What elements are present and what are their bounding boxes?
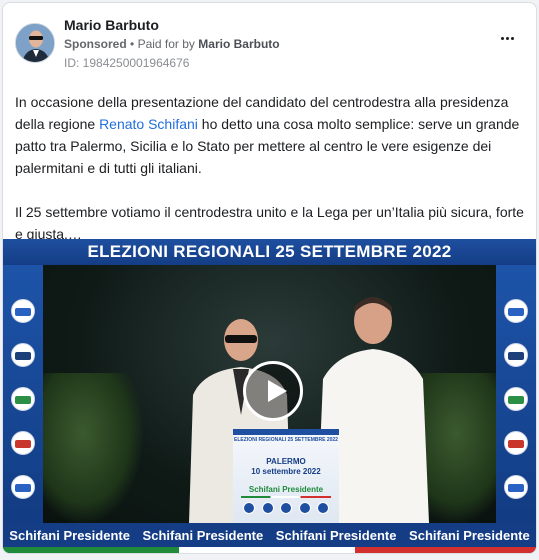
slogan-text: Schifani Presidente [275,527,397,543]
party-logo-icon [504,431,528,455]
party-logo-icon [11,343,35,367]
sponsored-label: Sponsored [64,37,127,51]
podium-date: 10 settembre 2022 [251,467,321,476]
podium-party-logos [243,502,329,516]
podium-slogan: Schifani Presidente [248,485,324,494]
post-header: Mario Barbuto Sponsored • Paid for by Ma… [3,3,536,83]
party-logos-left [3,265,43,523]
party-logo-icon [11,431,35,455]
podium-city: PALERMO [266,457,306,466]
sponsored-meta: Sponsored • Paid for by Mario Barbuto [64,37,280,51]
post-paragraph-1: In occasione della presentazione del can… [15,91,525,179]
tricolor-stripe [241,496,331,498]
party-logo-icon [504,475,528,499]
party-logo-icon [11,299,35,323]
party-logo-icon [298,502,311,514]
party-logos-right [496,265,536,523]
banner-title: ELEZIONI REGIONALI 25 SETTEMBRE 2022 [3,239,536,265]
podium-title: ELEZIONI REGIONALI 25 SETTEMBRE 2022 [234,437,338,443]
video-media[interactable]: ELEZIONI REGIONALI 25 SETTEMBRE 2022 ELE… [3,239,536,553]
play-button[interactable] [243,361,303,421]
party-logo-icon [280,502,292,514]
tree-background [43,373,143,523]
slogan-banner: Schifani Presidente Schifani Presidente … [3,523,536,547]
more-options-icon[interactable] [496,31,518,45]
author-name[interactable]: Mario Barbuto [64,17,159,33]
play-icon [268,380,287,402]
party-logo-icon [504,299,528,323]
candidate-link[interactable]: Renato Schifani [99,116,198,132]
podium: ELEZIONI REGIONALI 25 SETTEMBRE 2022 PAL… [233,429,339,523]
party-logo-icon [317,502,329,514]
party-logo-icon [504,387,528,411]
party-logo-icon [261,502,274,514]
party-logo-icon [11,475,35,499]
slogan-text: Schifani Presidente [9,527,130,543]
party-logo-icon [11,387,35,411]
ad-id: ID: 1984250001964676 [64,56,190,70]
avatar-photo [16,24,54,62]
meta-separator: • [130,37,135,51]
payer-name[interactable]: Mario Barbuto [198,37,279,51]
party-logo-icon [504,343,528,367]
slogan-text: Schifani Presidente [142,527,264,543]
avatar[interactable] [15,23,55,63]
paid-for-by-label: Paid for by [137,37,195,51]
video-frame[interactable]: ELEZIONI REGIONALI 25 SETTEMBRE 2022 PAL… [43,265,496,523]
sponsored-post-card: Mario Barbuto Sponsored • Paid for by Ma… [2,2,537,554]
slogan-text: Schifani Presidente [409,527,530,543]
party-logo-icon [243,502,255,514]
tricolor-stripe [3,547,536,553]
